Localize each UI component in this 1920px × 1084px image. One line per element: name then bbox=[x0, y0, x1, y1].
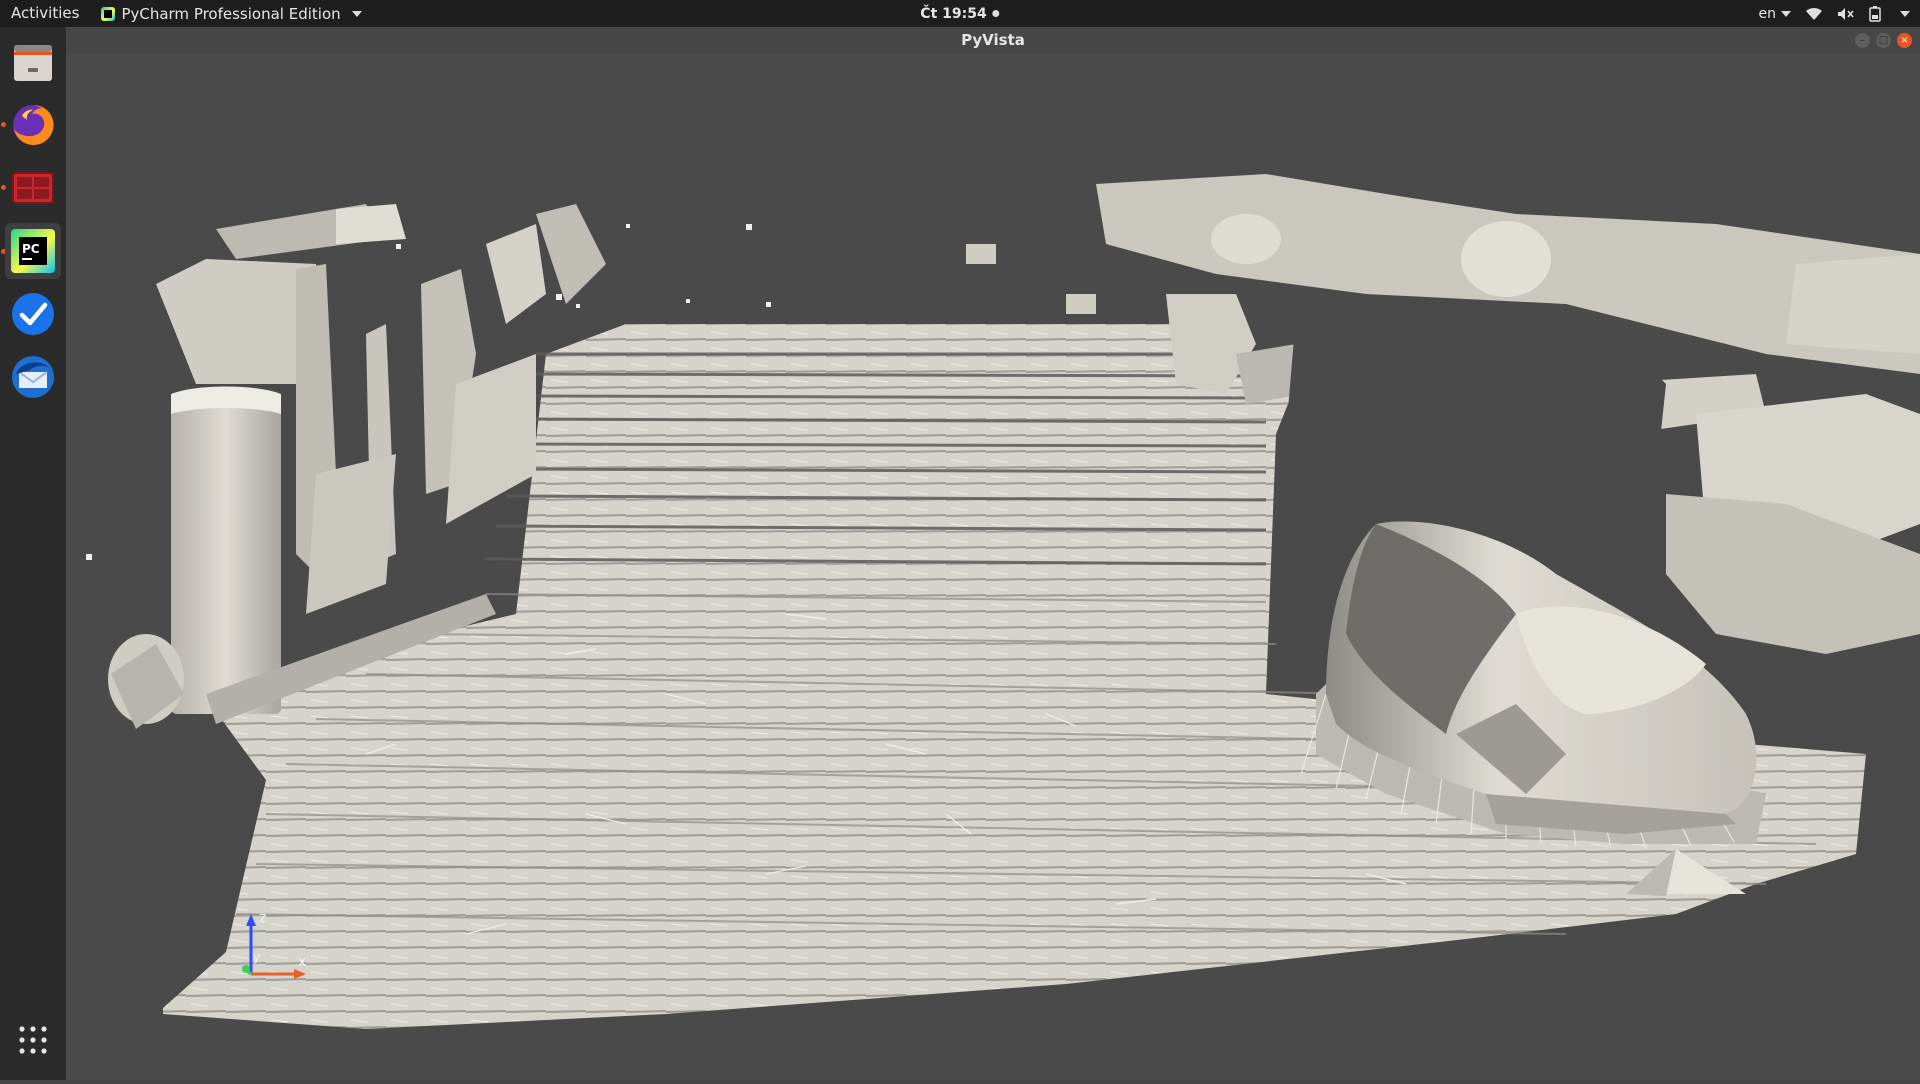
language-label: en bbox=[1758, 5, 1777, 22]
file-cabinet-icon bbox=[14, 45, 52, 81]
3d-render-viewport[interactable]: z y x bbox=[66, 54, 1920, 1080]
chevron-down-icon bbox=[1900, 10, 1910, 17]
app-grid-icon bbox=[19, 1026, 47, 1054]
dock: PC bbox=[0, 27, 66, 1080]
dock-item-pycharm[interactable]: PC bbox=[5, 223, 61, 279]
window-title: PyVista bbox=[66, 27, 1920, 54]
dock-item-files[interactable] bbox=[5, 35, 61, 91]
app-menu[interactable]: PyCharm Professional Edition bbox=[101, 4, 362, 23]
maximize-button[interactable]: □ bbox=[1876, 33, 1891, 48]
svg-text:PC: PC bbox=[22, 242, 40, 256]
dock-item-firefox[interactable] bbox=[5, 97, 61, 153]
close-button[interactable]: × bbox=[1897, 33, 1912, 48]
dock-item-tasks[interactable] bbox=[5, 286, 61, 342]
dock-item-thunderbird[interactable] bbox=[5, 349, 61, 405]
checkmark-icon bbox=[12, 293, 54, 335]
mesh-render bbox=[86, 174, 1920, 1029]
axis-label-y: y bbox=[253, 950, 261, 964]
activities-button[interactable]: Activities bbox=[0, 0, 89, 27]
clock[interactable]: Čt 19:54 bbox=[920, 5, 1000, 22]
wifi-icon bbox=[1806, 7, 1822, 20]
chevron-down-icon bbox=[351, 10, 362, 17]
thunderbird-icon bbox=[12, 356, 54, 398]
pycharm-icon bbox=[101, 6, 116, 21]
volume-muted-icon bbox=[1838, 7, 1854, 20]
axis-label-z: z bbox=[259, 910, 267, 926]
axis-label-x: x bbox=[298, 954, 307, 970]
window-controls: – □ × bbox=[1855, 33, 1912, 48]
system-tray[interactable]: en bbox=[1758, 0, 1910, 27]
app-menu-label: PyCharm Professional Edition bbox=[121, 4, 341, 23]
language-selector[interactable]: en bbox=[1758, 5, 1791, 22]
clock-label: Čt 19:54 bbox=[920, 5, 987, 22]
pycharm-icon: PC bbox=[11, 229, 55, 273]
dock-item-remote-desktop[interactable] bbox=[5, 160, 61, 216]
notification-dot-icon bbox=[992, 10, 1000, 17]
chevron-down-icon bbox=[1781, 10, 1791, 17]
remote-desktop-icon bbox=[12, 172, 54, 204]
firefox-icon bbox=[13, 104, 54, 145]
top-panel: Activities PyCharm Professional Edition … bbox=[0, 0, 1920, 27]
show-applications-button[interactable] bbox=[5, 1012, 61, 1068]
minimize-button[interactable]: – bbox=[1855, 33, 1870, 48]
battery-icon bbox=[1869, 5, 1881, 22]
